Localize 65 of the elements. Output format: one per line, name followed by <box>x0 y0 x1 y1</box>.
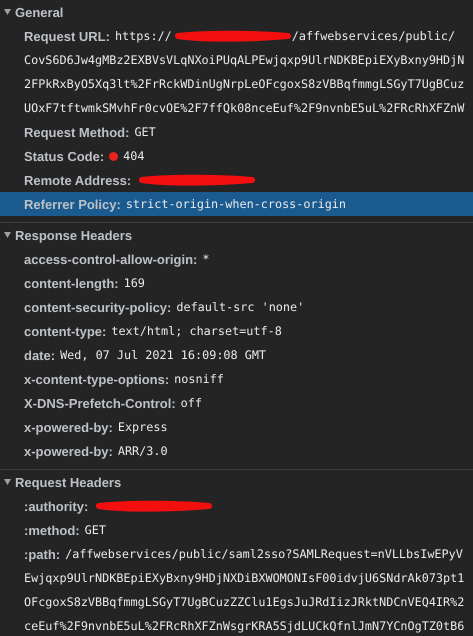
header-value: UOxF7tftwmkSMvhFr0cvOE%2F7ffQk08nceEuf%2F9nvnbE5uL%2FRcRhXFZnW <box>24 101 464 115</box>
header-name: access-control-allow-origin: <box>24 252 198 266</box>
header-value: GET <box>134 125 156 139</box>
triangle-icon <box>4 232 11 238</box>
header-value: CovS6D6Jw4gMBz2EXBVsVLqNXoiPUqALPEwjqxp9UlrNDKBEpiEXyBxny9HDjN <box>24 53 464 67</box>
header-value: 169 <box>124 276 145 290</box>
header-row[interactable]: access-control-allow-origin: * <box>0 247 473 271</box>
header-name: content-type: <box>24 324 106 338</box>
section-title: Request Headers <box>15 474 122 490</box>
header-row[interactable]: :authority: <box>0 494 473 518</box>
header-row[interactable]: x-content-type-options: nosniff <box>0 367 473 391</box>
header-name: Remote Address: <box>24 172 132 188</box>
header-name: content-length: <box>24 276 119 290</box>
header-name: :method: <box>24 522 80 538</box>
header-value: 404 <box>123 149 144 163</box>
header-value: strict-origin-when-cross-origin <box>126 197 346 211</box>
header-value: Ewjqxp9UlrNDKBEpiEXyBxny9HDjNXDiBXWOMONIsF00idvjU6SNdrAk073pt1 <box>24 571 464 585</box>
header-row[interactable]: :method: GET <box>0 518 473 542</box>
header-row[interactable]: Remote Address: <box>0 168 473 192</box>
header-row[interactable]: content-security-policy: default-src 'none' <box>0 295 473 319</box>
header-name: x-powered-by: <box>24 444 113 458</box>
header-row[interactable]: content-type: text/html; charset=utf-8 <box>0 319 473 343</box>
section-header[interactable]: General <box>0 0 473 24</box>
header-value: 2FPkRxByO5Xq3lt%2FrRckWDinUgNrpLeOFcgoxS8zVBBqfmmgLSGyT7UgBCuz <box>24 77 464 91</box>
header-value: https:// <box>114 29 172 43</box>
header-value: GET <box>84 523 106 537</box>
header-value: off <box>180 396 202 410</box>
header-name: Status Code: <box>24 148 104 164</box>
section-title: Response Headers <box>15 228 132 242</box>
header-name: Request Method: <box>24 124 130 140</box>
header-row[interactable]: Request Method: GET <box>0 120 473 144</box>
header-row[interactable]: x-powered-by: Express <box>0 415 473 439</box>
header-name: Referrer Policy: <box>24 196 121 212</box>
section-header[interactable]: Response Headers <box>0 223 473 247</box>
header-name: :path: <box>24 546 60 562</box>
header-name: x-content-type-options: <box>24 372 170 386</box>
header-row[interactable]: x-powered-by: ARR/3.0 <box>0 439 473 463</box>
header-name: content-security-policy: <box>24 300 172 314</box>
header-name: :authority: <box>24 498 88 514</box>
header-value: default-src 'none' <box>176 300 304 314</box>
header-value: OFcgoxS8zVBBqfmmgLSGyT7UgBCuzZZClu1EgsJuJRdIizJRktNDCnVEQ4IR%2 <box>24 595 464 609</box>
section-header[interactable]: Request Headers <box>0 470 473 494</box>
header-row[interactable]: date: Wed, 07 Jul 2021 16:09:08 GMT <box>0 343 473 367</box>
header-value: /affwebservices/public/saml2sso?SAMLRequest=nVLLbsIwEPyV <box>65 547 463 561</box>
header-name: date: <box>24 348 56 362</box>
header-row[interactable]: X-DNS-Prefetch-Control: off <box>0 391 473 415</box>
header-value: ARR/3.0 <box>118 444 168 458</box>
header-name: X-DNS-Prefetch-Control: <box>24 396 176 410</box>
header-value: Express <box>118 420 168 434</box>
triangle-icon <box>4 479 11 485</box>
header-value: * <box>202 252 210 266</box>
header-row[interactable]: Referrer Policy: strict-origin-when-cross-origin <box>0 192 473 216</box>
header-value: nosniff <box>174 372 224 386</box>
header-value: /affwebservices/public/ <box>292 29 456 43</box>
header-value: ceEuf%2F9nvnbE5uL%2FRcRhXFZnWsgrKRA5SjdLUCkQfnlJmN7YCnOgTZ0tB6 <box>24 619 464 633</box>
header-value: Wed, 07 Jul 2021 16:09:08 GMT <box>60 348 266 362</box>
header-row[interactable]: Request URL: https:// /affwebservices/public/ <box>0 24 473 48</box>
header-row[interactable]: Status Code: 404 <box>0 144 473 168</box>
triangle-icon <box>4 9 11 15</box>
header-value: text/html; charset=utf-8 <box>111 324 282 338</box>
header-name: Request URL: <box>24 28 110 44</box>
header-row[interactable]: :path: /affwebservices/public/saml2sso?SAMLRequest=nVLLbsIwEPyV <box>0 542 473 566</box>
section-title: General <box>15 4 64 20</box>
header-name: x-powered-by: <box>24 420 113 434</box>
header-row[interactable]: content-length: 169 <box>0 271 473 295</box>
